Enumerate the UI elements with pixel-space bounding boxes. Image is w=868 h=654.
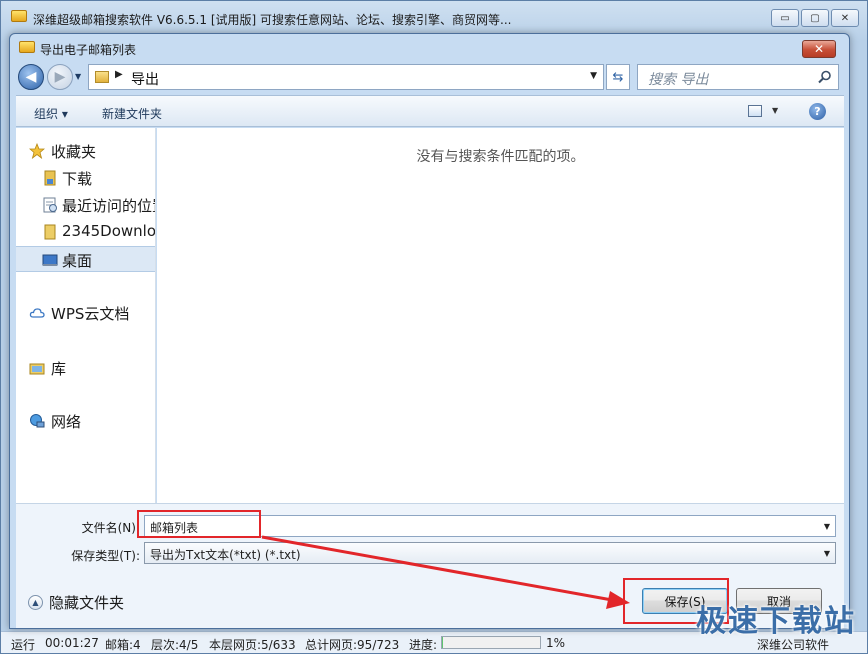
chevron-down-icon[interactable]: ▼	[824, 549, 830, 558]
cloud-icon	[29, 308, 45, 318]
file-list-area[interactable]: 没有与搜索条件匹配的项。	[157, 128, 844, 503]
status-progress-value: 1%	[546, 636, 566, 650]
nav-label-network: 网络	[51, 413, 82, 431]
dialog-close-button[interactable]: ✕	[802, 40, 836, 58]
close-icon: ✕	[813, 42, 825, 56]
toolbar: 组织 ▾ 新建文件夹 ▼ ?	[16, 95, 844, 127]
status-level: 层次:4/5	[151, 638, 199, 652]
app-titlebar: 深维超级邮箱搜索软件 V6.6.5.1 [试用版] 可搜索任意网站、论坛、搜索引…	[1, 1, 867, 35]
close-icon: ✕	[840, 12, 850, 24]
star-icon	[29, 143, 45, 159]
nav-item-2345downloads[interactable]: 2345Downloads	[16, 219, 156, 245]
minimize-icon: ▭	[780, 12, 790, 24]
nav-label-recent: 最近访问的位置	[62, 197, 155, 215]
status-progress-label: 进度:	[409, 638, 438, 652]
forward-button[interactable]: ▶	[47, 64, 73, 90]
folder-icon	[95, 71, 109, 83]
nav-item-wps[interactable]: WPS云文档	[16, 300, 155, 326]
arrow-right-icon: ▶	[54, 69, 66, 85]
refresh-button[interactable]: ⇆	[606, 64, 630, 90]
chevron-down-icon[interactable]: ▼	[824, 522, 830, 531]
chevron-up-icon: ▲	[28, 595, 43, 610]
help-icon[interactable]: ?	[809, 103, 826, 120]
maximize-icon: ▢	[810, 12, 820, 24]
export-dialog: 导出电子邮箱列表 ✕ ◀ ▶ ▼ ▶ 导出 ▼ ⇆ 搜索 导出 组织 ▾ 新建文…	[9, 33, 850, 629]
dialog-titlebar: 导出电子邮箱列表 ✕	[10, 34, 849, 62]
status-total: 总计网页:95/723	[305, 638, 400, 652]
mail-icon	[19, 41, 35, 53]
progress-fill	[442, 637, 443, 648]
nav-item-recent[interactable]: 最近访问的位置	[16, 192, 155, 218]
nav-label-downloads: 下载	[62, 170, 93, 188]
hide-folders-label: 隐藏文件夹	[49, 594, 125, 612]
watermark: 极速下载站	[696, 604, 856, 639]
app-title: 深维超级邮箱搜索软件 V6.6.5.1 [试用版] 可搜索任意网站、论坛、搜索引…	[33, 13, 512, 27]
minimize-button[interactable]: ▭	[771, 9, 799, 27]
close-button[interactable]: ✕	[831, 9, 859, 27]
new-folder-button[interactable]: 新建文件夹	[102, 105, 162, 122]
search-icon[interactable]	[818, 70, 832, 84]
search-placeholder: 搜索 导出	[648, 72, 709, 88]
empty-message: 没有与搜索条件匹配的项。	[416, 149, 585, 165]
status-mailboxes: 邮箱:4	[105, 638, 141, 652]
dialog-title: 导出电子邮箱列表	[40, 43, 137, 57]
progress-bar	[441, 636, 541, 649]
folder-icon	[44, 224, 56, 240]
recent-pages-dropdown-icon[interactable]: ▼	[75, 72, 81, 81]
nav-item-network[interactable]: 网络	[16, 408, 155, 434]
address-bar[interactable]: ▶ 导出 ▼	[88, 64, 604, 90]
nav-label-library: 库	[51, 360, 67, 378]
filetype-value: 导出为Txt文本(*txt) (*.txt)	[150, 548, 301, 562]
filename-label: 文件名(N):	[81, 521, 140, 535]
window-controls: ▭ ▢ ✕	[771, 9, 859, 27]
chevron-right-icon[interactable]: ▶	[115, 69, 123, 80]
filename-fields: 文件名(N): 邮箱列表 ▼ 保存类型(T): 导出为Txt文本(*txt) (…	[16, 503, 844, 578]
nav-label-wps: WPS云文档	[51, 305, 130, 323]
view-icon[interactable]	[748, 105, 762, 117]
maximize-button[interactable]: ▢	[801, 9, 829, 27]
refresh-icon: ⇆	[612, 69, 624, 85]
hide-folders-toggle[interactable]: ▲ 隐藏文件夹	[28, 592, 124, 613]
nav-item-library[interactable]: 库	[16, 355, 155, 381]
nav-item-downloads[interactable]: 下载	[16, 165, 155, 191]
nav-item-favorites[interactable]: 收藏夹	[16, 138, 155, 164]
library-icon	[29, 363, 45, 375]
network-icon	[30, 414, 45, 428]
recent-places-icon	[43, 197, 57, 213]
nav-item-desktop[interactable]: 桌面	[16, 246, 155, 272]
status-time: 00:01:27	[45, 636, 99, 650]
nav-label-favorites: 收藏夹	[51, 143, 97, 161]
desktop-icon	[42, 254, 58, 266]
back-button[interactable]: ◀	[18, 64, 44, 90]
arrow-left-icon: ◀	[25, 69, 37, 85]
filetype-label: 保存类型(T):	[71, 549, 140, 563]
search-input[interactable]: 搜索 导出	[637, 64, 839, 90]
nav-label-2345downloads: 2345Downloads	[62, 222, 156, 240]
chevron-down-icon[interactable]: ▼	[772, 106, 778, 115]
address-crumb[interactable]: 导出	[131, 69, 159, 89]
mail-icon	[11, 10, 27, 22]
organize-button[interactable]: 组织 ▾	[34, 105, 68, 122]
filename-input[interactable]: 邮箱列表 ▼	[144, 515, 836, 537]
filename-value: 邮箱列表	[150, 521, 199, 535]
status-run: 运行	[11, 638, 36, 652]
chevron-down-icon[interactable]: ▼	[590, 71, 597, 81]
nav-label-desktop: 桌面	[62, 252, 93, 270]
downloads-folder-icon	[44, 170, 56, 186]
filetype-select[interactable]: 导出为Txt文本(*txt) (*.txt) ▼	[144, 542, 836, 564]
navigation-pane: 收藏夹 下载 最近访问的位置 2345Downloads 桌面 WPS云文档 库	[16, 128, 156, 503]
status-page: 本层网页:5/633	[209, 638, 296, 652]
